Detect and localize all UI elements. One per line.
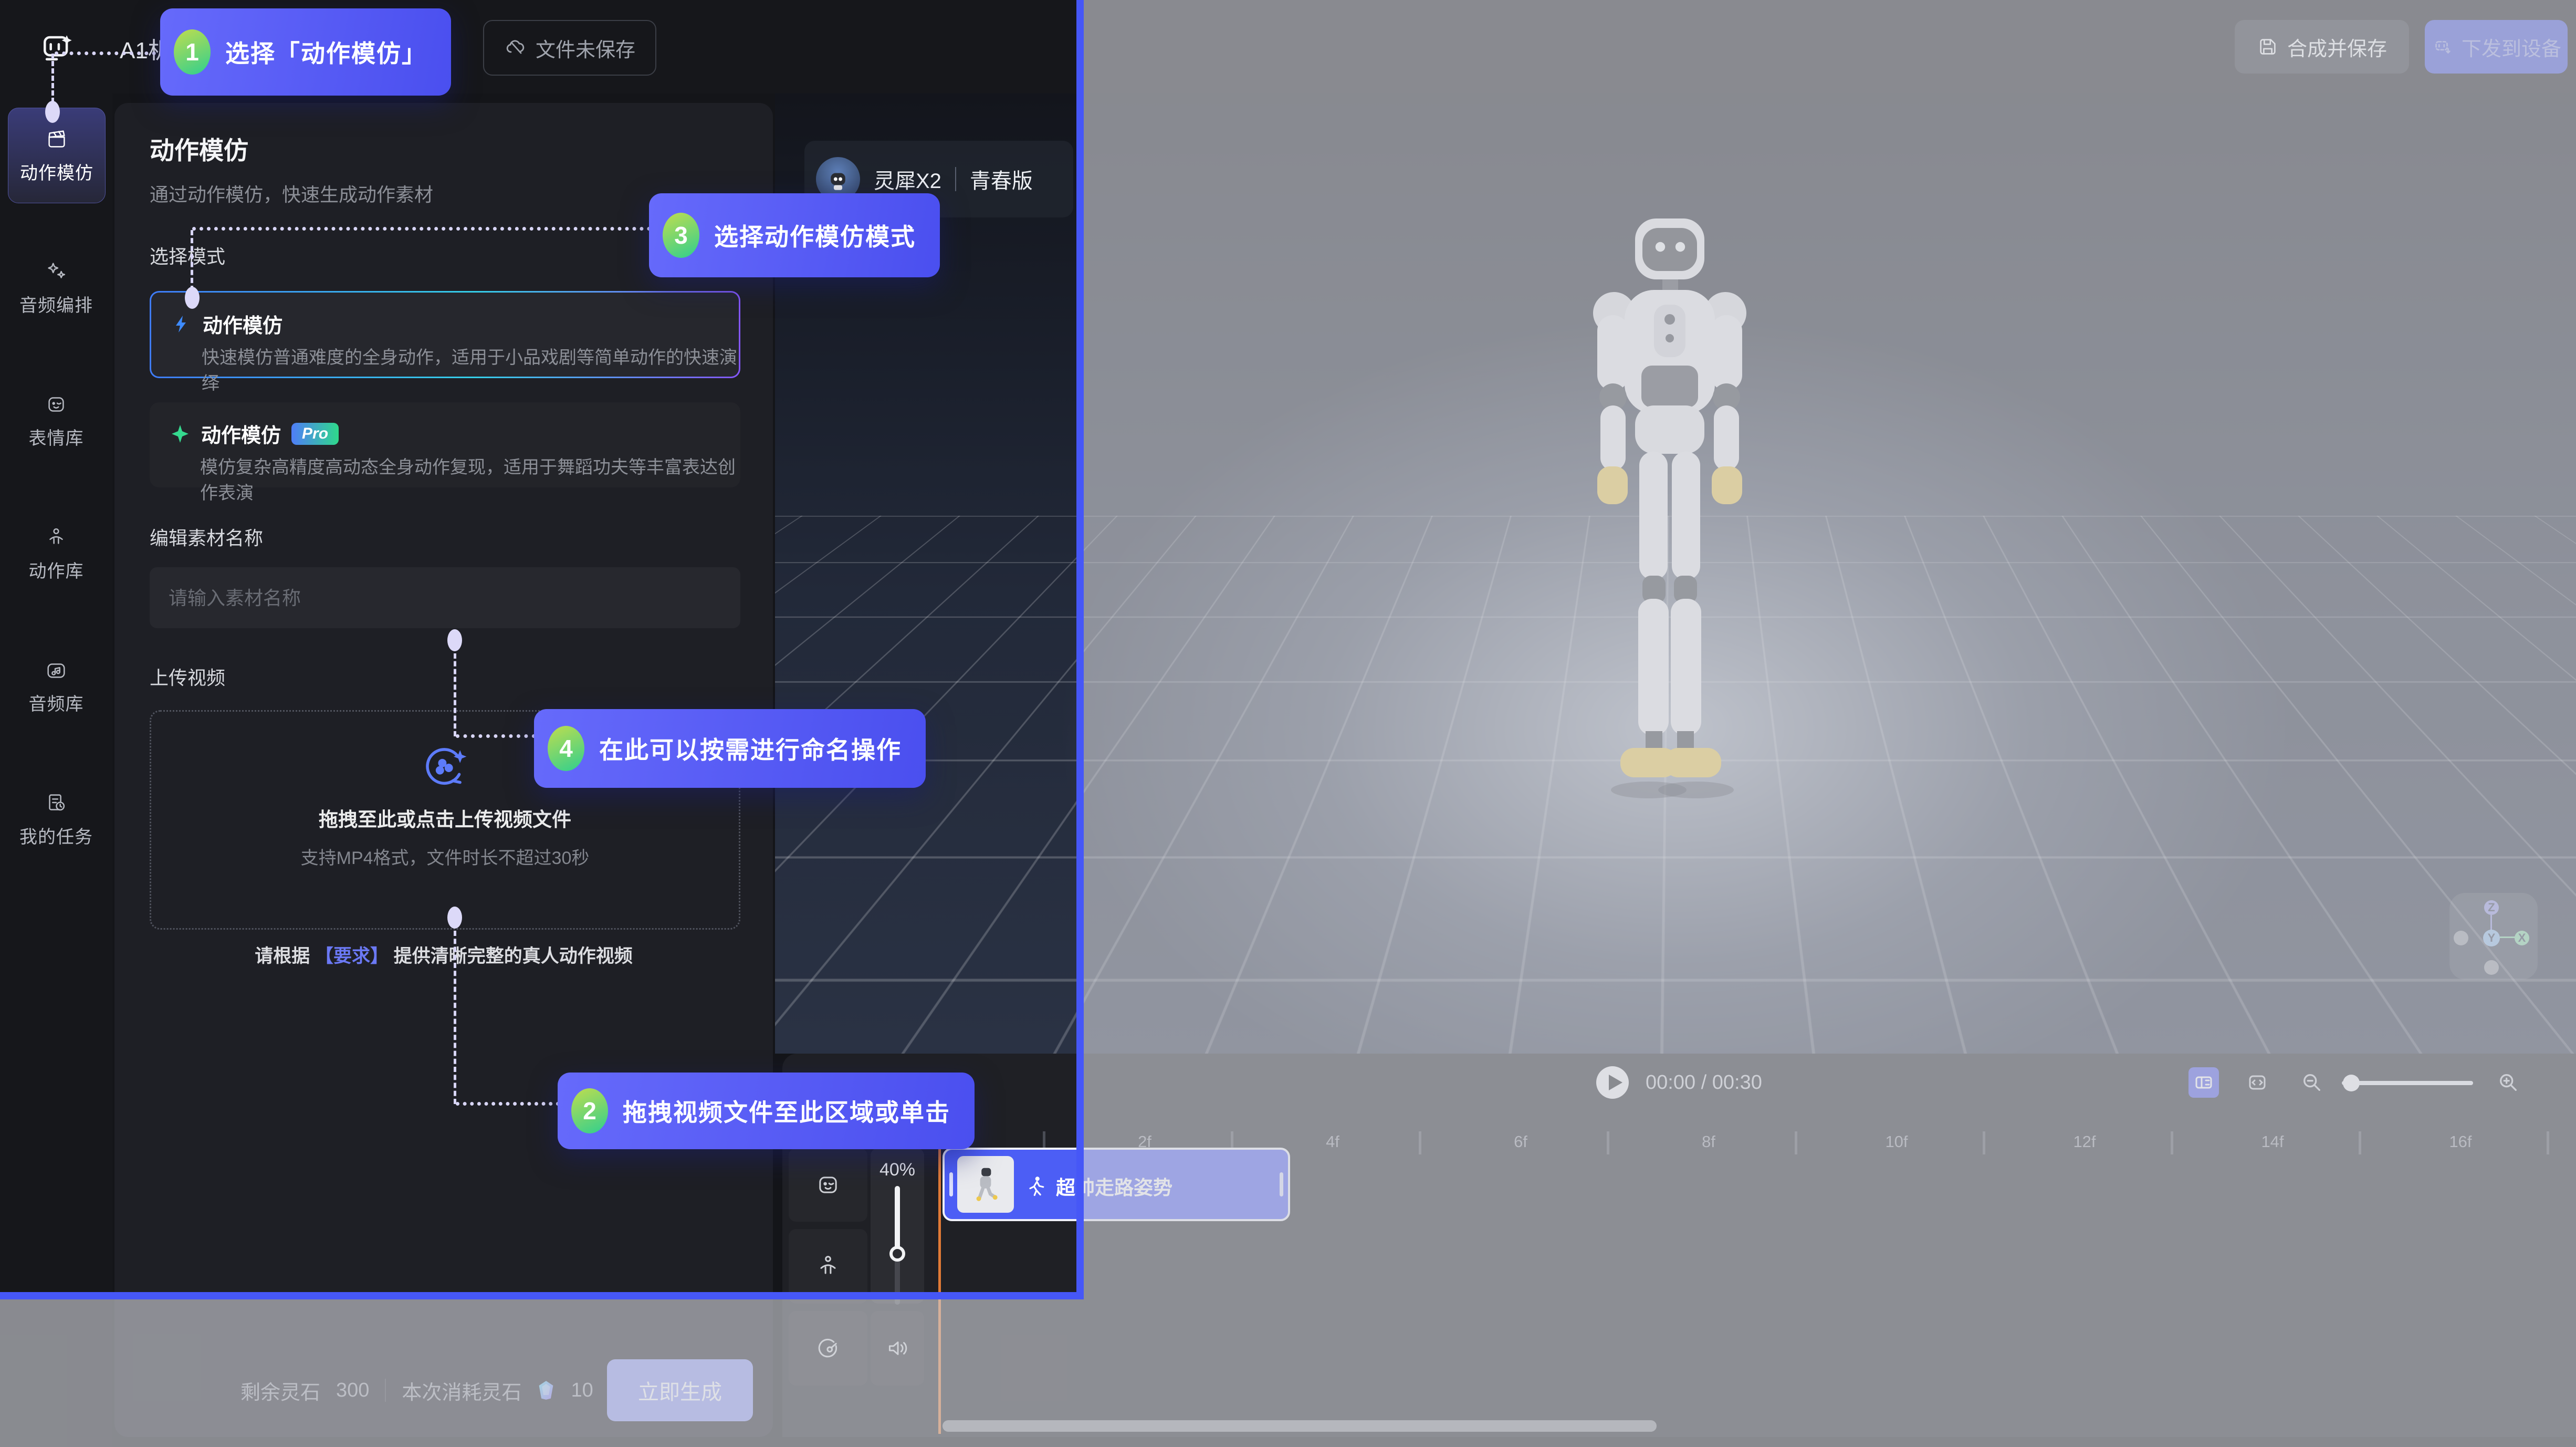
step-number-badge: 4 (548, 726, 584, 771)
material-name-field (150, 567, 740, 628)
step-text: 拖拽视频文件至此区域或单击 (623, 1094, 950, 1128)
connector-step1 (51, 54, 54, 103)
note-suffix: 提供清晰完整的真人动作视频 (394, 946, 633, 966)
speed-value: 40% (871, 1160, 924, 1180)
divider (955, 167, 956, 191)
tutorial-step-3: 3 选择动作模仿模式 (649, 193, 940, 277)
tutorial-step-1: 1 选择「动作模仿」 (160, 8, 451, 96)
clip-thumbnail (957, 1156, 1014, 1213)
step-text: 选择「动作模仿」 (225, 35, 427, 69)
connector-step2 (454, 931, 456, 1104)
sidebar-item-my-tasks[interactable]: 我的任务 (8, 772, 104, 867)
film-reel-icon (421, 744, 469, 792)
upload-title: 拖拽至此或点击上传视频文件 (319, 804, 571, 832)
step-text: 在此可以按需进行命名操作 (599, 731, 902, 766)
cloud-offline-icon (504, 36, 527, 59)
panel-title: 动作模仿 (150, 130, 248, 166)
connector-dot (45, 101, 60, 123)
requirement-link[interactable]: 【要求】 (315, 946, 389, 966)
mode-card-title: 动作模仿 (201, 419, 281, 448)
sidebar-item-audio-library[interactable]: 音频库 (8, 639, 104, 734)
connector-dot (447, 629, 462, 651)
sidebar-item-label: 动作库 (29, 557, 84, 582)
expression-track-button[interactable] (789, 1148, 867, 1222)
walking-person-icon (1024, 1175, 1048, 1198)
robot-name: 灵犀X2 (874, 164, 941, 194)
sparkles-icon (44, 259, 68, 284)
mode-card-desc: 快速模仿普通难度的全身动作，适用于小品戏剧等简单动作的快速演绎 (202, 343, 739, 394)
step-number-badge: 3 (663, 213, 699, 258)
speed-slider-knob[interactable] (889, 1246, 905, 1262)
mode-card-desc: 模仿复杂高精度高动态全身动作复现，适用于舞蹈功夫等丰富表达创作表演 (200, 453, 740, 504)
mode-card-pro[interactable]: 动作模仿 Pro 模仿复杂高精度高动态全身动作复现，适用于舞蹈功夫等丰富表达创作… (150, 402, 740, 487)
step-number-badge: 1 (174, 29, 211, 75)
sidebar-item-audio-arrange[interactable]: 音频编排 (8, 241, 104, 335)
pro-badge: Pro (291, 423, 339, 445)
connector-step3 (192, 227, 651, 231)
app-root: A1机 文件未保存 合成并保存 (0, 0, 2576, 1447)
connector-dot (447, 907, 462, 929)
speed-slider-fill (895, 1186, 900, 1249)
file-status-button[interactable]: 文件未保存 (483, 20, 656, 76)
connector-dot (185, 287, 200, 309)
tutorial-step-4: 4 在此可以按需进行命名操作 (534, 709, 926, 788)
upload-hint: 支持MP4格式，文件时长不超过30秒 (301, 844, 590, 869)
clapperboard-icon (45, 127, 69, 151)
dim-overlay-bottom (0, 1299, 1084, 1447)
tutorial-step-2: 2 拖拽视频文件至此区域或单击 (558, 1073, 975, 1149)
note-prefix: 请根据 (255, 946, 310, 966)
material-name-input[interactable] (167, 567, 721, 629)
lightning-icon (171, 314, 192, 335)
mode-card-standard[interactable]: 动作模仿 快速模仿普通难度的全身动作，适用于小品戏剧等简单动作的快速演绎 (150, 291, 740, 378)
upload-section-label: 上传视频 (150, 663, 225, 690)
music-note-icon (44, 658, 68, 682)
connector-step2 (456, 1102, 560, 1106)
sidebar-item-motion-imitation[interactable]: 动作模仿 (8, 108, 106, 203)
panel-subtitle: 通过动作模仿，快速生成动作素材 (150, 180, 433, 207)
connector-step3 (191, 230, 193, 291)
sidebar-item-label: 表情库 (29, 424, 84, 450)
sidebar-item-action-library[interactable]: 动作库 (8, 506, 104, 601)
robot-edition: 青春版 (970, 164, 1033, 194)
step-text: 选择动作模仿模式 (714, 218, 916, 253)
speed-slider-panel[interactable]: 40% (871, 1148, 924, 1304)
name-section-label: 编辑素材名称 (150, 523, 263, 550)
mode-section-label: 选择模式 (150, 242, 225, 269)
mode-card-title: 动作模仿 (203, 309, 282, 338)
robot-face-wink-icon (44, 392, 68, 417)
sidebar: 动作模仿 音频编排 表情库 动作库 音频库 (0, 93, 112, 1447)
person-icon (44, 525, 68, 549)
dim-overlay-right (1084, 0, 2576, 1447)
step-number-badge: 2 (571, 1088, 608, 1133)
upload-requirement-note: 请根据 【要求】 提供清晰完整的真人动作视频 (114, 941, 773, 968)
task-clock-icon (44, 791, 68, 815)
sidebar-item-label: 音频编排 (19, 291, 93, 317)
connector-step4 (456, 734, 536, 738)
file-status-label: 文件未保存 (536, 34, 635, 63)
app-logo-robot-icon[interactable] (38, 27, 78, 67)
action-track-button[interactable] (789, 1229, 867, 1304)
sparkle-icon (170, 423, 191, 444)
clip-left-handle[interactable] (949, 1172, 953, 1196)
connector-step4 (454, 653, 456, 736)
sidebar-item-expression-library[interactable]: 表情库 (8, 373, 104, 468)
sidebar-item-label: 我的任务 (19, 823, 93, 848)
sidebar-item-label: 音频库 (29, 690, 84, 715)
sidebar-item-label: 动作模仿 (20, 159, 93, 184)
